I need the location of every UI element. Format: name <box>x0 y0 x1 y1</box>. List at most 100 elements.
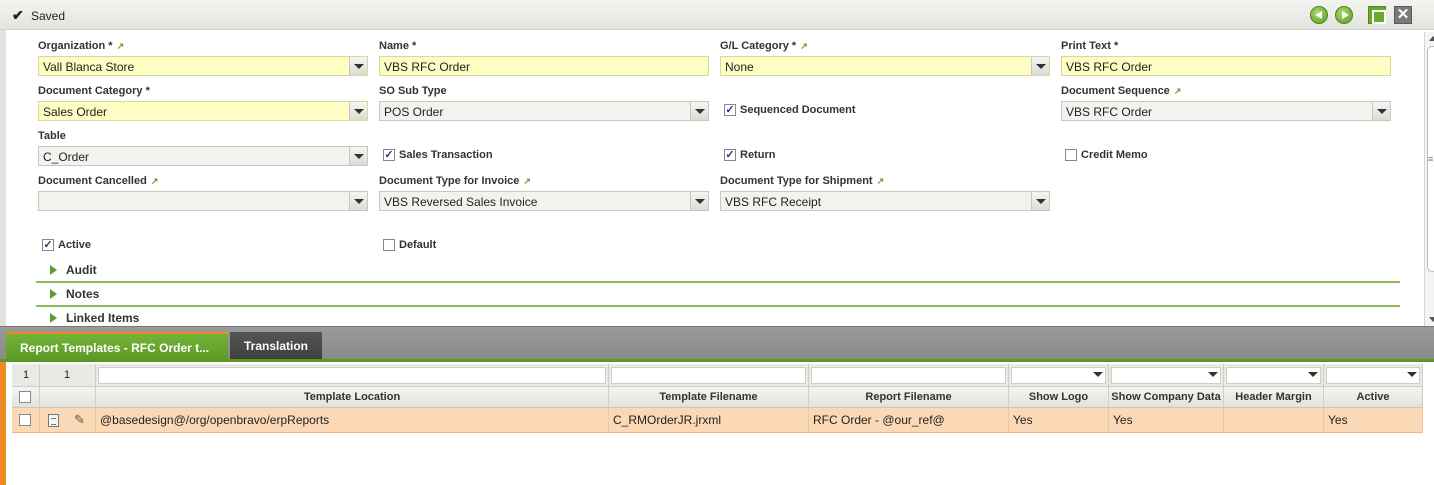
sequenced-document-label: Sequenced Document <box>740 104 856 116</box>
link-arrow-icon: ↗ <box>800 41 808 51</box>
chevron-down-icon[interactable] <box>1090 367 1106 382</box>
filter-template-filename[interactable] <box>609 364 809 386</box>
app-window: ✔ Saved ✕ Organization * ↗ Vall Blanca St… <box>0 0 1434 485</box>
doc-type-invoice-field[interactable]: VBS Reversed Sales Invoice <box>379 191 709 211</box>
doc-type-invoice-label: Document Type for Invoice ↗ <box>379 175 531 187</box>
default-checkbox[interactable] <box>383 239 395 251</box>
arrow-right-icon <box>1342 11 1349 19</box>
section-audit[interactable]: Audit <box>36 259 1400 281</box>
next-record-button[interactable] <box>1335 6 1353 24</box>
return-label: Return <box>740 149 776 161</box>
section-notes[interactable]: Notes <box>36 283 1400 305</box>
chevron-down-icon[interactable] <box>349 57 367 75</box>
sales-transaction-checkbox[interactable]: ✓ <box>383 149 395 161</box>
column-header-show-logo[interactable]: Show Logo <box>1009 387 1109 407</box>
name-value: VBS RFC Order <box>384 60 471 74</box>
filter-header-margin[interactable] <box>1224 364 1324 386</box>
filter-count-cell: 1 <box>12 364 40 386</box>
document-sequence-value: VBS RFC Order <box>1066 105 1153 119</box>
document-sequence-field[interactable]: VBS RFC Order <box>1061 101 1391 121</box>
link-arrow-icon: ↗ <box>523 176 531 186</box>
name-field[interactable]: VBS RFC Order <box>379 56 709 76</box>
tab-report-templates[interactable]: Report Templates - RFC Order t... <box>6 332 228 361</box>
table-row[interactable]: ✎ @basedesign@/org/openbravo/erpReports … <box>12 408 1423 433</box>
column-header-header-margin[interactable]: Header Margin <box>1224 387 1324 407</box>
organization-label: Organization * ↗ <box>38 40 125 52</box>
link-arrow-icon: ↗ <box>876 176 885 186</box>
chevron-down-icon[interactable] <box>1031 57 1049 75</box>
chevron-down-icon[interactable] <box>1205 367 1221 382</box>
print-text-field[interactable]: VBS RFC Order <box>1061 56 1391 76</box>
doc-type-invoice-value: VBS Reversed Sales Invoice <box>384 195 538 209</box>
filter-report-filename[interactable] <box>809 364 1009 386</box>
active-checkbox[interactable]: ✓ <box>42 239 54 251</box>
credit-memo-checkbox[interactable] <box>1065 149 1077 161</box>
table-value: C_Order <box>43 150 90 164</box>
so-sub-type-label: SO Sub Type <box>379 85 447 97</box>
record-form: Organization * ↗ Vall Blanca Store Name *… <box>0 30 1434 326</box>
column-header-template-filename[interactable]: Template Filename <box>609 387 809 407</box>
filter-show-company-data[interactable] <box>1109 364 1224 386</box>
organization-field[interactable]: Vall Blanca Store <box>38 56 368 76</box>
document-icon[interactable] <box>48 414 59 427</box>
maximize-button[interactable] <box>1368 6 1386 24</box>
column-header-report-filename[interactable]: Report Filename <box>809 387 1009 407</box>
document-cancelled-field[interactable] <box>38 191 368 211</box>
filter-active[interactable] <box>1324 364 1423 386</box>
cell-header-margin[interactable] <box>1224 408 1324 432</box>
filter-template-location[interactable] <box>96 364 609 386</box>
cell-show-company-data[interactable]: Yes <box>1109 408 1224 432</box>
tab-translation[interactable]: Translation <box>230 332 322 361</box>
chevron-down-icon[interactable] <box>349 147 367 165</box>
pencil-icon[interactable]: ✎ <box>74 412 85 428</box>
sequenced-document-checkbox[interactable]: ✓ <box>724 104 736 116</box>
scroll-down-icon[interactable] <box>1429 317 1434 322</box>
chevron-down-icon[interactable] <box>1404 367 1420 382</box>
filter-count-cell: 1 <box>40 364 96 386</box>
sales-transaction-label: Sales Transaction <box>399 149 493 161</box>
gl-category-field[interactable]: None <box>720 56 1050 76</box>
chevron-down-icon[interactable] <box>349 102 367 120</box>
cell-show-logo[interactable]: Yes <box>1009 408 1109 432</box>
filter-show-logo[interactable] <box>1009 364 1109 386</box>
chevron-down-icon[interactable] <box>690 102 708 120</box>
filter-input[interactable] <box>611 367 806 384</box>
actions-header <box>40 387 96 407</box>
status-text: Saved <box>31 9 66 23</box>
previous-record-button[interactable] <box>1310 6 1328 24</box>
document-category-field[interactable]: Sales Order <box>38 101 368 121</box>
filter-input[interactable] <box>98 367 606 384</box>
link-arrow-icon: ↗ <box>150 176 159 186</box>
column-header-active[interactable]: Active <box>1324 387 1423 407</box>
row-select-cell <box>12 408 40 432</box>
select-all-checkbox[interactable] <box>19 391 31 403</box>
doc-type-shipment-field[interactable]: VBS RFC Receipt <box>720 191 1050 211</box>
chevron-down-icon[interactable] <box>690 192 708 210</box>
chevron-down-icon[interactable] <box>1372 102 1390 120</box>
gl-category-value: None <box>725 60 754 74</box>
chevron-down-icon[interactable] <box>1305 367 1321 382</box>
table-field[interactable]: C_Order <box>38 146 368 166</box>
filter-input[interactable] <box>811 367 1006 384</box>
chevron-down-icon[interactable] <box>349 192 367 210</box>
arrow-left-icon <box>1315 11 1322 19</box>
column-header-show-company-data[interactable]: Show Company Data <box>1109 387 1224 407</box>
return-checkbox[interactable]: ✓ <box>724 149 736 161</box>
so-sub-type-field[interactable]: POS Order <box>379 101 709 121</box>
close-button[interactable]: ✕ <box>1394 6 1412 24</box>
cell-template-filename[interactable]: C_RMOrderJR.jrxml <box>609 408 809 432</box>
cell-report-filename[interactable]: RFC Order - @our_ref@ <box>809 408 1009 432</box>
cell-template-location[interactable]: @basedesign@/org/openbravo/erpReports <box>96 408 609 432</box>
chevron-down-icon[interactable] <box>1031 192 1049 210</box>
row-checkbox[interactable] <box>19 414 31 426</box>
checkmark-icon: ✔ <box>12 7 24 23</box>
document-category-value: Sales Order <box>43 105 108 119</box>
scroll-up-icon[interactable] <box>1429 36 1434 41</box>
so-sub-type-value: POS Order <box>384 105 444 119</box>
section-linked-items-title: Linked Items <box>66 311 140 325</box>
cell-active[interactable]: Yes <box>1324 408 1423 432</box>
print-text-label: Print Text * <box>1061 40 1119 52</box>
column-header-template-location[interactable]: Template Location <box>96 387 609 407</box>
active-label: Active <box>58 239 92 251</box>
form-scrollbar[interactable]: ≡ <box>1424 32 1434 326</box>
